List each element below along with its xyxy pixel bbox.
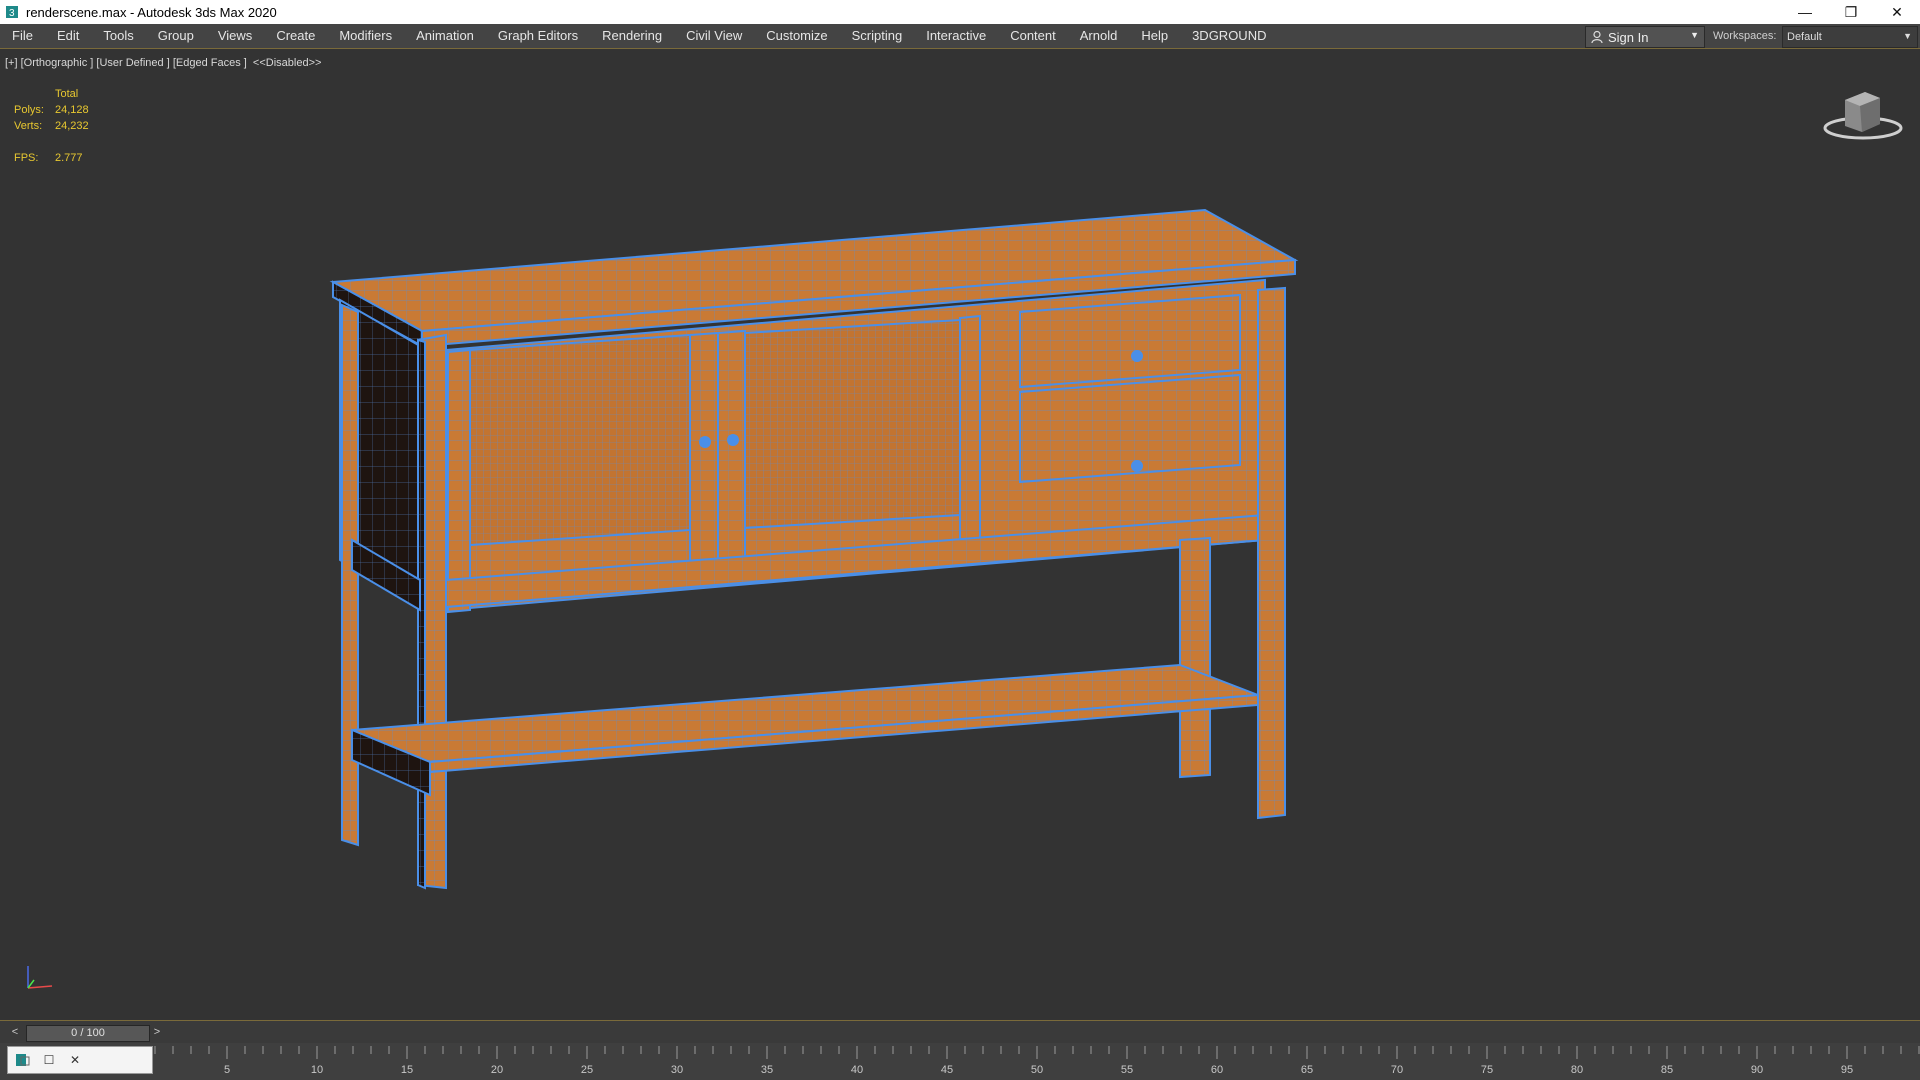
workspaces-value: Default	[1787, 31, 1822, 43]
time-slider-next-button[interactable]: >	[150, 1025, 164, 1039]
sign-in-label: Sign In	[1608, 29, 1649, 45]
sideboard-geometry	[329, 208, 1299, 890]
menu-create[interactable]: Create	[264, 24, 327, 48]
time-slider-prev-button[interactable]: <	[8, 1025, 22, 1039]
time-slider[interactable]: < 0 / 100 >	[0, 1020, 1920, 1043]
restore-button[interactable]: ❐	[1828, 0, 1874, 24]
user-icon	[1591, 30, 1603, 44]
stats-total-header: Total	[55, 88, 79, 100]
frame-label: 30	[671, 1064, 683, 1076]
window-title: renderscene.max - Autodesk 3ds Max 2020	[26, 4, 277, 20]
frame-label: 45	[941, 1064, 953, 1076]
menu-tools[interactable]: Tools	[91, 24, 145, 48]
menu-content[interactable]: Content	[998, 24, 1068, 48]
menu-edit[interactable]: Edit	[45, 24, 91, 48]
menu-views[interactable]: Views	[206, 24, 264, 48]
menu-interactive[interactable]: Interactive	[914, 24, 998, 48]
axis-tripod-icon	[27, 966, 53, 989]
frame-ruler[interactable]: 5101520253035404550556065707580859095100	[152, 1043, 1920, 1080]
title-bar: 3 renderscene.max - Autodesk 3ds Max 202…	[0, 0, 1920, 24]
close-icon[interactable]: ✕	[64, 1049, 86, 1071]
frame-label: 65	[1301, 1064, 1313, 1076]
minimize-button[interactable]: —	[1782, 0, 1828, 24]
polys-value: 24,128	[55, 104, 89, 116]
fps-label: FPS:	[14, 152, 39, 164]
frame-label: 80	[1571, 1064, 1583, 1076]
menu-civil-view[interactable]: Civil View	[674, 24, 754, 48]
perspective-viewport[interactable]: [+] [Orthographic ] [User Defined ] [Edg…	[0, 50, 1920, 1020]
frame-label: 95	[1841, 1064, 1853, 1076]
sign-in-button[interactable]: Sign In ▼	[1585, 26, 1705, 48]
frame-label: 60	[1211, 1064, 1223, 1076]
verts-value: 24,232	[55, 120, 89, 132]
frame-label: 20	[491, 1064, 503, 1076]
frame-label: 75	[1481, 1064, 1493, 1076]
frame-label: 25	[581, 1064, 593, 1076]
frame-label: 55	[1121, 1064, 1133, 1076]
frame-label: 85	[1661, 1064, 1673, 1076]
viewport-label-menu[interactable]: [+] [Orthographic ] [User Defined ] [Edg…	[5, 57, 321, 69]
dropdown-caret-icon: ▼	[1903, 31, 1912, 41]
frame-label: 70	[1391, 1064, 1403, 1076]
menu-graph-editors[interactable]: Graph Editors	[486, 24, 590, 48]
menu-file[interactable]: File	[0, 24, 45, 48]
3dsmax-app-icon[interactable]: 3	[4, 4, 20, 20]
frame-label: 50	[1031, 1064, 1043, 1076]
dropdown-caret-icon: ▼	[1690, 30, 1699, 40]
time-slider-thumb[interactable]: 0 / 100	[26, 1025, 150, 1042]
menu-scripting[interactable]: Scripting	[840, 24, 915, 48]
sideboard-model[interactable]	[0, 50, 1920, 1020]
frame-label: 90	[1751, 1064, 1763, 1076]
workspaces-dropdown[interactable]: Default ▼	[1782, 26, 1918, 48]
menu-modifiers[interactable]: Modifiers	[327, 24, 404, 48]
track-bar[interactable]: ☐ ✕ 5 10 15 20 25 30 35 40 45 50 55 60 65 70 75 80 85 90 9…	[0, 1043, 1920, 1080]
menu-customize[interactable]: Customize	[754, 24, 839, 48]
verts-label: Verts:	[14, 120, 43, 132]
frame-label: 15	[401, 1064, 413, 1076]
app-mini-icon[interactable]	[12, 1049, 34, 1071]
workspaces-label: Workspaces:	[1713, 30, 1777, 42]
svg-text:3: 3	[9, 8, 15, 19]
menu-arnold[interactable]: Arnold	[1068, 24, 1130, 48]
viewcube-icon[interactable]	[1820, 86, 1906, 144]
polys-label: Polys:	[14, 104, 44, 116]
menu-3dground[interactable]: 3DGROUND	[1180, 24, 1278, 48]
frame-label: 5	[224, 1064, 230, 1076]
maximize-icon[interactable]: ☐	[38, 1049, 60, 1071]
mini-curve-editor-toolbar: ☐ ✕	[7, 1046, 153, 1074]
menu-animation[interactable]: Animation	[404, 24, 486, 48]
frame-label: 35	[761, 1064, 773, 1076]
fps-value: 2.777	[55, 152, 83, 164]
frame-label: 10	[311, 1064, 323, 1076]
frame-label: 40	[851, 1064, 863, 1076]
menu-rendering[interactable]: Rendering	[590, 24, 674, 48]
menu-group[interactable]: Group	[146, 24, 206, 48]
menu-help[interactable]: Help	[1129, 24, 1180, 48]
close-button[interactable]: ✕	[1874, 0, 1920, 24]
